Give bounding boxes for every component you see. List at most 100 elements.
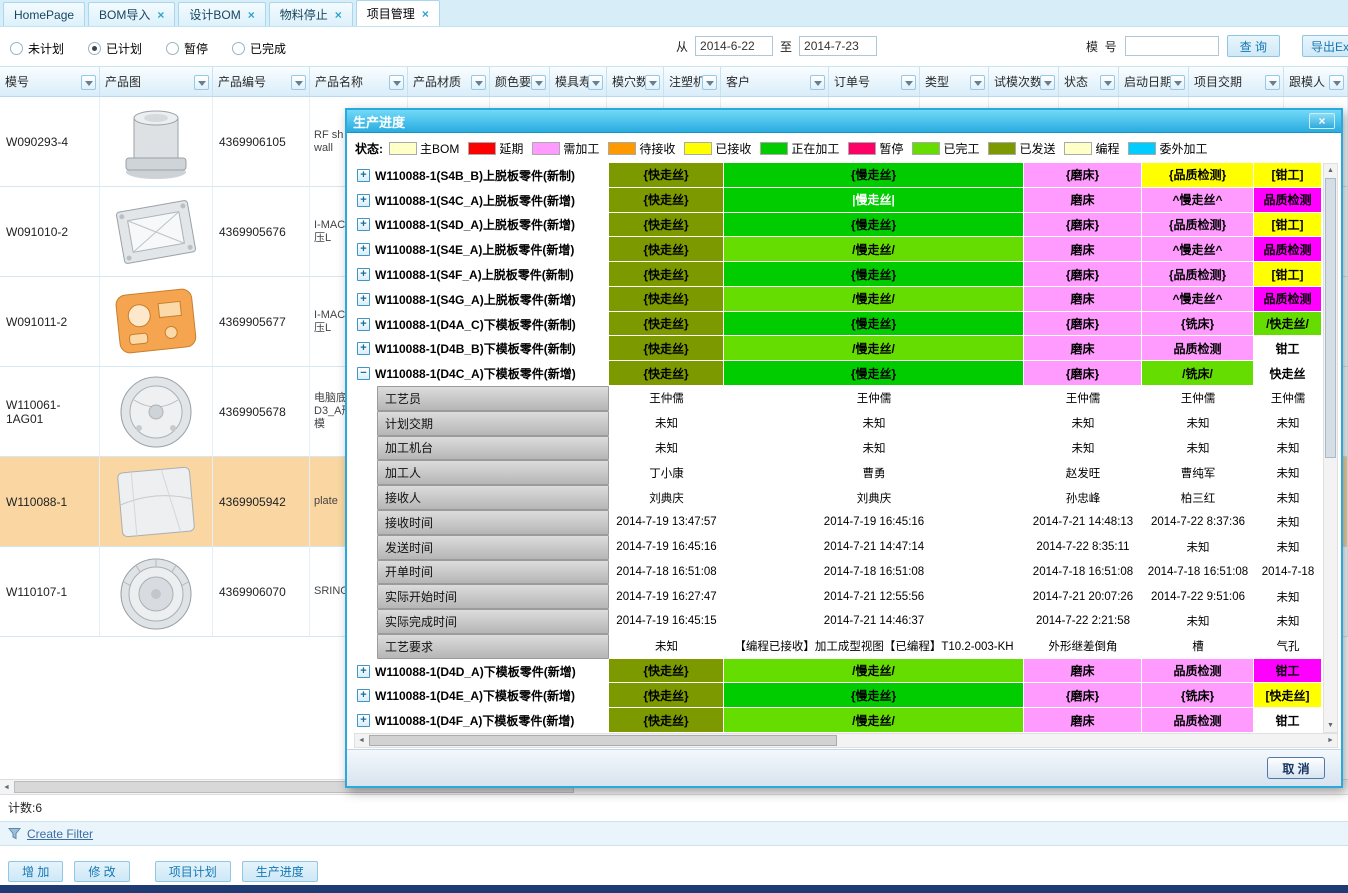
cancel-button[interactable]: 取 消 — [1267, 757, 1325, 779]
tab-material-stop[interactable]: 物料停止× — [269, 2, 353, 26]
process-cell[interactable]: {快走丝} — [609, 262, 724, 287]
filter-icon[interactable] — [1100, 75, 1115, 90]
scrollbar-thumb[interactable] — [369, 735, 837, 746]
process-cell[interactable]: 磨床 — [1024, 708, 1142, 733]
process-cell[interactable]: 磨床 — [1024, 336, 1142, 361]
process-cell[interactable]: {磨床} — [1024, 683, 1142, 708]
process-cell[interactable]: {磨床} — [1024, 163, 1142, 188]
collapse-icon[interactable]: − — [357, 367, 370, 380]
to-date-input[interactable] — [799, 36, 877, 56]
filter-icon[interactable] — [702, 75, 717, 90]
column-header-5[interactable]: 颜色要求 — [490, 67, 550, 96]
process-row[interactable]: +W110088-1(D4E_A)下模板零件(新增){快走丝}{慢走丝}{磨床}… — [354, 683, 1322, 708]
process-cell[interactable]: /快走丝/ — [1254, 312, 1322, 337]
expand-icon[interactable]: + — [357, 665, 370, 678]
process-cell[interactable]: {慢走丝} — [724, 213, 1024, 238]
tree-horizontal-scrollbar[interactable] — [354, 733, 1338, 748]
process-cell[interactable]: /慢走丝/ — [724, 708, 1024, 733]
process-cell[interactable]: [钳工] — [1254, 213, 1322, 238]
process-cell[interactable]: {磨床} — [1024, 361, 1142, 386]
process-cell[interactable]: {快走丝} — [609, 683, 724, 708]
expand-icon[interactable]: + — [357, 243, 370, 256]
process-row[interactable]: +W110088-1(S4E_A)上脱板零件(新增){快走丝}/慢走丝/磨床^慢… — [354, 237, 1322, 262]
filter-icon[interactable] — [1040, 75, 1055, 90]
filter-icon[interactable] — [588, 75, 603, 90]
process-cell[interactable]: [快走丝] — [1254, 683, 1322, 708]
process-cell[interactable]: 快走丝 — [1254, 361, 1322, 386]
process-row[interactable]: +W110088-1(D4D_A)下模板零件(新增){快走丝}/慢走丝/磨床品质… — [354, 659, 1322, 684]
process-cell[interactable]: {快走丝} — [609, 188, 724, 213]
process-row[interactable]: +W110088-1(D4B_B)下模板零件(新制){快走丝}/慢走丝/磨床品质… — [354, 336, 1322, 361]
process-cell[interactable]: 品质检测 — [1254, 287, 1322, 312]
tree-vertical-scrollbar[interactable] — [1323, 163, 1338, 733]
process-cell[interactable]: {快走丝} — [609, 361, 724, 386]
search-button[interactable]: 查 询 — [1227, 35, 1280, 57]
process-cell[interactable]: {快走丝} — [609, 312, 724, 337]
tab-project-management[interactable]: 项目管理× — [356, 0, 440, 26]
column-header-2[interactable]: 产品编号 — [213, 67, 310, 96]
process-cell[interactable]: 磨床 — [1024, 659, 1142, 684]
expand-icon[interactable]: + — [357, 714, 370, 727]
from-date-input[interactable] — [695, 36, 773, 56]
column-header-6[interactable]: 模具寿命 — [550, 67, 607, 96]
dialog-titlebar[interactable]: 生产进度 × — [347, 110, 1341, 133]
process-cell[interactable]: {慢走丝} — [724, 262, 1024, 287]
process-cell[interactable]: 钳工 — [1254, 336, 1322, 361]
filter-icon[interactable] — [81, 75, 96, 90]
scroll-down-icon[interactable] — [1324, 719, 1337, 732]
tab-bom-import[interactable]: BOM导入× — [88, 2, 175, 26]
process-row[interactable]: +W110088-1(S4G_A)上脱板零件(新增){快走丝}/慢走丝/磨床^慢… — [354, 287, 1322, 312]
process-cell[interactable]: 磨床 — [1024, 287, 1142, 312]
tab-close-icon[interactable]: × — [335, 9, 342, 21]
toolbar-button-production-progress[interactable]: 生产进度 — [242, 861, 318, 882]
column-header-4[interactable]: 产品材质 — [408, 67, 490, 96]
process-cell[interactable]: {品质检测} — [1142, 213, 1254, 238]
tab-close-icon[interactable]: × — [157, 9, 164, 21]
process-cell[interactable]: {磨床} — [1024, 262, 1142, 287]
process-row[interactable]: +W110088-1(S4F_A)上脱板零件(新制){快走丝}{慢走丝}{磨床}… — [354, 262, 1322, 287]
process-cell[interactable]: 磨床 — [1024, 188, 1142, 213]
process-row[interactable]: −W110088-1(D4C_A)下模板零件(新增){快走丝}{慢走丝}{磨床}… — [354, 361, 1322, 386]
process-cell[interactable]: ^慢走丝^ — [1142, 237, 1254, 262]
tab-close-icon[interactable]: × — [422, 8, 429, 20]
process-cell[interactable]: /慢走丝/ — [724, 237, 1024, 262]
process-cell[interactable]: |慢走丝| — [724, 188, 1024, 213]
filter-icon[interactable] — [194, 75, 209, 90]
column-header-1[interactable]: 产品图 — [100, 67, 213, 96]
process-cell[interactable]: 品质检测 — [1142, 659, 1254, 684]
process-cell[interactable]: 品质检测 — [1254, 237, 1322, 262]
process-cell[interactable]: {快走丝} — [609, 708, 724, 733]
filter-icon[interactable] — [531, 75, 546, 90]
process-cell[interactable]: [钳工] — [1254, 163, 1322, 188]
scrollbar-thumb[interactable] — [1325, 178, 1336, 458]
scroll-right-icon[interactable] — [1324, 734, 1337, 747]
expand-icon[interactable]: + — [357, 689, 370, 702]
process-row[interactable]: +W110088-1(S4C_A)上脱板零件(新增){快走丝}|慢走丝|磨床^慢… — [354, 188, 1322, 213]
column-header-7[interactable]: 模穴数 — [607, 67, 664, 96]
toolbar-button-modify[interactable]: 修 改 — [74, 861, 129, 882]
radio-unplanned[interactable]: 未计划 — [10, 40, 64, 57]
process-cell[interactable]: /慢走丝/ — [724, 659, 1024, 684]
tab-design-bom[interactable]: 设计BOM× — [178, 2, 265, 26]
process-row[interactable]: +W110088-1(S4B_B)上脱板零件(新制){快走丝}{慢走丝}{磨床}… — [354, 163, 1322, 188]
process-cell[interactable]: {快走丝} — [609, 336, 724, 361]
process-cell[interactable]: 品质检测 — [1254, 188, 1322, 213]
radio-paused[interactable]: 暂停 — [166, 40, 208, 57]
column-header-0[interactable]: 模号 — [0, 67, 100, 96]
process-cell[interactable]: {慢走丝} — [724, 361, 1024, 386]
process-cell[interactable]: {磨床} — [1024, 312, 1142, 337]
process-cell[interactable]: 钳工 — [1254, 659, 1322, 684]
toolbar-button-project-plan[interactable]: 项目计划 — [155, 861, 231, 882]
radio-finished[interactable]: 已完成 — [232, 40, 286, 57]
process-cell[interactable]: {快走丝} — [609, 287, 724, 312]
column-header-3[interactable]: 产品名称 — [310, 67, 408, 96]
process-row[interactable]: +W110088-1(S4D_A)上脱板零件(新增){快走丝}{慢走丝}{磨床}… — [354, 213, 1322, 238]
scroll-left-icon[interactable] — [355, 734, 368, 747]
create-filter-link[interactable]: Create Filter — [27, 827, 93, 841]
toolbar-button-add[interactable]: 增 加 — [8, 861, 63, 882]
expand-icon[interactable]: + — [357, 194, 370, 207]
filter-icon[interactable] — [645, 75, 660, 90]
process-cell[interactable]: [钳工] — [1254, 262, 1322, 287]
expand-icon[interactable]: + — [357, 293, 370, 306]
tab-close-icon[interactable]: × — [248, 9, 255, 21]
